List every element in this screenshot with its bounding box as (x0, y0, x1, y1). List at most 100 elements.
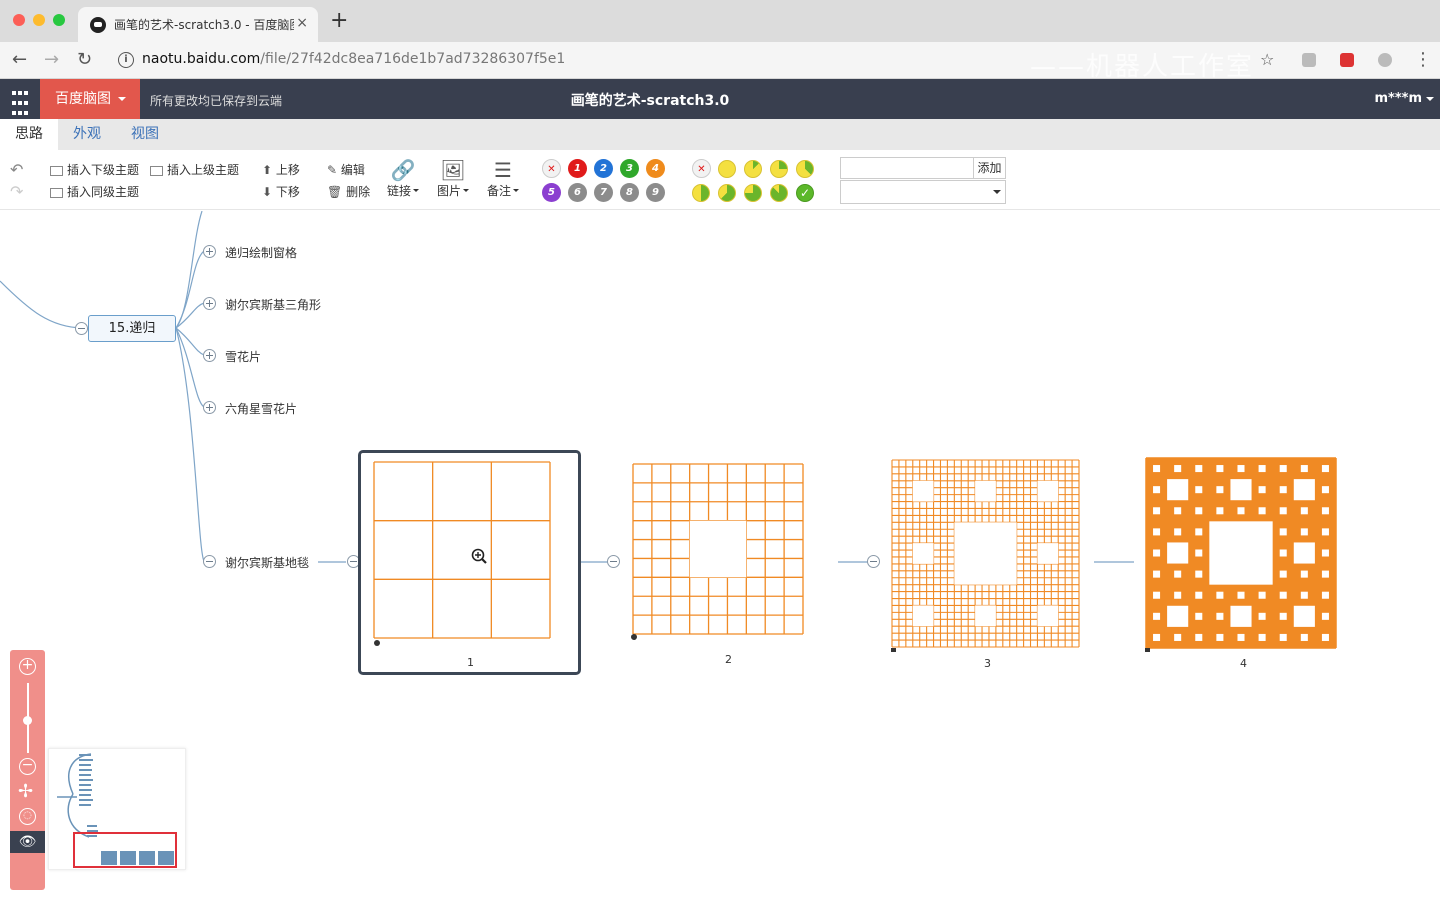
priority-7-icon[interactable]: 7 (594, 183, 613, 202)
move-hand-icon[interactable]: ✢ (18, 781, 33, 802)
progress-5-icon[interactable] (718, 184, 736, 202)
url-host: naotu.baidu.com (142, 51, 261, 67)
extension-icon[interactable] (1340, 53, 1354, 67)
priority-5-icon[interactable]: 5 (542, 183, 561, 202)
user-menu[interactable]: m***m (1375, 91, 1434, 106)
maximize-window-button[interactable] (53, 14, 65, 26)
tab-close-icon[interactable]: × (296, 15, 308, 31)
image-node-3[interactable]: 3 (880, 454, 1090, 671)
document-title[interactable]: 画笔的艺术-scratch3.0 (0, 90, 1300, 110)
collapse-toggle-icon[interactable] (203, 555, 216, 568)
resource-add-button[interactable]: 添加 (974, 157, 1006, 179)
priority-8-icon[interactable]: 8 (620, 183, 639, 202)
mindmap-main-node[interactable]: 15.递归 (88, 315, 176, 342)
mindmap-canvas[interactable]: 15.递归 递归绘制窗格 谢尔宾斯基三角形 雪花片 六角星雪花片 谢尔宾斯基地毯… (0, 211, 1440, 900)
arrow-up-icon: ⬆ (262, 163, 273, 177)
back-arrow-icon[interactable]: ← (12, 50, 27, 70)
image-node-4[interactable]: 4 (1136, 454, 1346, 671)
new-tab-button[interactable]: + (330, 10, 348, 32)
move-down-label: 下移 (275, 185, 300, 199)
expand-toggle-icon[interactable] (203, 401, 216, 414)
expand-toggle-icon[interactable] (203, 245, 216, 258)
reload-icon[interactable]: ↻ (77, 50, 92, 70)
navigator-eye-icon[interactable]: 👁 (10, 831, 45, 853)
priority-2-icon[interactable]: 2 (594, 159, 613, 178)
link-button[interactable]: 🔗 链接 (381, 158, 425, 199)
forward-arrow-icon[interactable]: → (44, 50, 59, 70)
progress-done-icon[interactable]: ✓ (796, 184, 814, 202)
branch-node[interactable]: 递归绘制窗格 (225, 244, 297, 261)
collapse-toggle-icon[interactable] (867, 555, 880, 568)
minimap-viewport[interactable] (73, 832, 177, 868)
progress-4-icon[interactable] (692, 184, 710, 202)
image-caption: 3 (984, 657, 991, 670)
progress-2-icon[interactable] (770, 160, 788, 178)
priority-1-icon[interactable]: 1 (568, 159, 587, 178)
minimize-window-button[interactable] (33, 14, 45, 26)
priority-6-icon[interactable]: 6 (568, 183, 587, 202)
note-label: 备注 (486, 184, 511, 198)
tab-idea[interactable]: 思路 (0, 119, 58, 150)
image-node-1[interactable]: 1 (358, 450, 581, 675)
browser-tab[interactable]: 画笔的艺术-scratch3.0 - 百度脑图 × (78, 7, 318, 42)
insert-child-button[interactable]: 插入下级主题 (50, 161, 139, 178)
site-info-icon[interactable]: i (118, 52, 134, 68)
expand-toggle-icon[interactable] (203, 349, 216, 362)
insert-parent-button[interactable]: 插入上级主题 (150, 161, 239, 178)
priority-3-icon[interactable]: 3 (620, 159, 639, 178)
branch-node[interactable]: 六角星雪花片 (225, 400, 297, 417)
image-label: 图片 (436, 184, 461, 198)
move-up-button[interactable]: ⬆ 上移 (262, 161, 300, 178)
remove-progress-icon[interactable]: ✕ (692, 159, 711, 178)
toolbar: ↶ ↷ 插入下级主题 插入上级主题 插入同级主题 ⬆ 上移 ⬇ 下移 ✎ 编辑 … (0, 150, 1440, 210)
note-button[interactable]: ☰ 备注 (481, 158, 525, 199)
branch-node[interactable]: 雪花片 (225, 348, 261, 365)
progress-0-icon[interactable] (718, 160, 736, 178)
image-caption: 4 (1240, 657, 1247, 670)
zoom-slider-handle[interactable] (23, 716, 32, 725)
image-icon: 🖼 (440, 158, 466, 182)
progress-1-icon[interactable] (744, 160, 762, 178)
remove-priority-icon[interactable]: ✕ (542, 159, 561, 178)
insert-parent-icon (150, 165, 163, 176)
minimap[interactable] (48, 748, 186, 870)
progress-6-icon[interactable] (744, 184, 762, 202)
zoom-out-icon[interactable]: − (19, 758, 36, 775)
image-node-2[interactable]: 2 (620, 456, 830, 668)
edit-button[interactable]: ✎ 编辑 (327, 161, 365, 178)
fractal-level-3-image (891, 459, 1080, 652)
link-icon: 🔗 (390, 158, 416, 182)
collapse-toggle-icon[interactable] (607, 555, 620, 568)
bookmark-star-icon[interactable]: ☆ (1260, 50, 1274, 69)
insert-sibling-label: 插入同级主题 (67, 185, 140, 199)
branch-node[interactable]: 谢尔宾斯基地毯 (225, 554, 309, 571)
close-window-button[interactable] (13, 14, 25, 26)
address-bar: ← → ↻ i naotu.baidu.com/file/27f42dc8ea7… (0, 42, 1440, 82)
edit-icon: ✎ (327, 163, 338, 177)
priority-9-icon[interactable]: 9 (646, 183, 665, 202)
move-down-button[interactable]: ⬇ 下移 (262, 183, 300, 200)
browser-menu-icon[interactable]: ⋮ (1414, 49, 1432, 70)
delete-button[interactable]: 🗑 删除 (327, 183, 370, 200)
url-field[interactable]: naotu.baidu.com/file/27f42dc8ea716de1b7a… (142, 51, 565, 67)
tab-appearance[interactable]: 外观 (58, 119, 116, 150)
tab-view[interactable]: 视图 (116, 119, 174, 150)
undo-icon[interactable]: ↶ (10, 160, 23, 179)
image-button[interactable]: 🖼 图片 (431, 158, 475, 199)
resource-select[interactable] (840, 180, 1006, 204)
collapse-toggle-icon[interactable] (75, 322, 88, 335)
progress-7-icon[interactable] (770, 184, 788, 202)
link-label: 链接 (386, 184, 411, 198)
fractal-level-1-image (373, 461, 551, 646)
extension-icon[interactable] (1302, 53, 1316, 67)
progress-3-icon[interactable] (796, 160, 814, 178)
redo-icon[interactable]: ↷ (10, 182, 23, 201)
insert-sibling-button[interactable]: 插入同级主题 (50, 183, 139, 200)
profile-icon[interactable] (1378, 53, 1392, 67)
locate-root-icon[interactable]: ◌ (19, 808, 36, 825)
priority-4-icon[interactable]: 4 (646, 159, 665, 178)
branch-node[interactable]: 谢尔宾斯基三角形 (225, 296, 321, 313)
resource-input[interactable] (840, 157, 974, 179)
zoom-in-icon[interactable]: + (19, 658, 36, 675)
expand-toggle-icon[interactable] (203, 297, 216, 310)
